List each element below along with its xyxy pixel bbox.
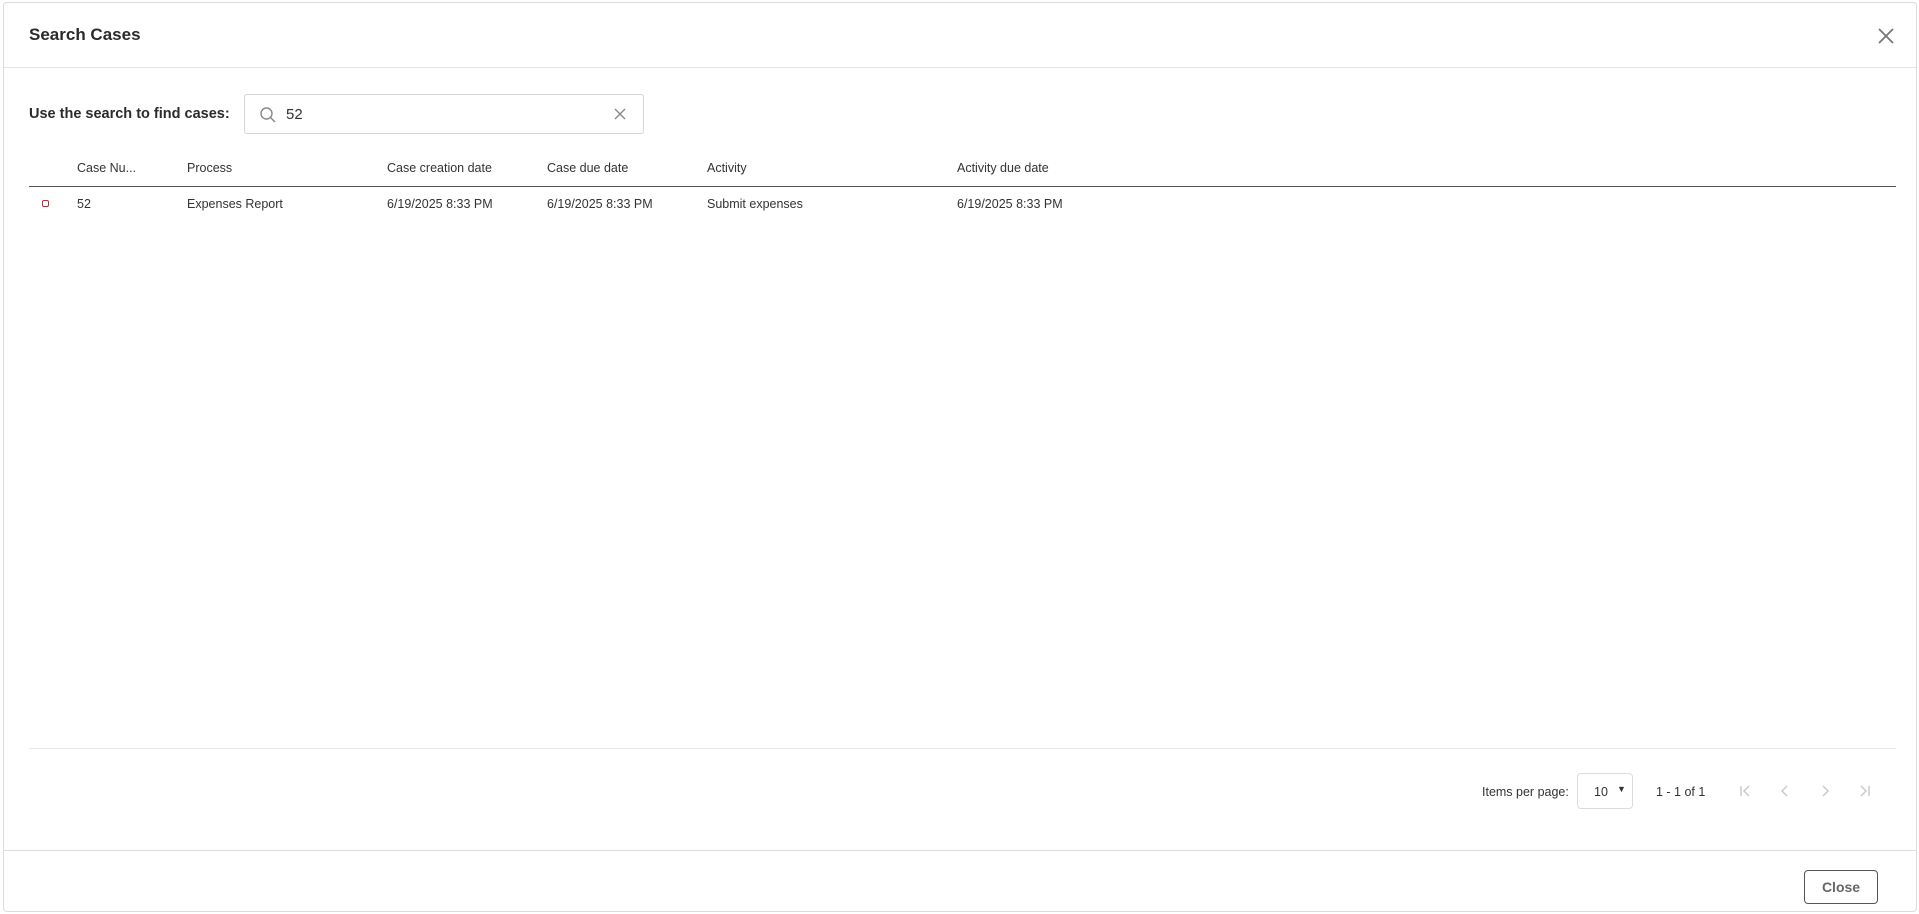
status-indicator-icon: [42, 200, 49, 207]
dialog-header: Search Cases: [4, 3, 1916, 68]
column-header-process[interactable]: Process: [187, 161, 232, 175]
cell-process: Expenses Report: [187, 197, 283, 211]
search-cases-dialog: Search Cases Use the search to find case…: [3, 2, 1917, 912]
previous-page-icon[interactable]: [1776, 782, 1794, 800]
pagination-range: 1 - 1 of 1: [1656, 785, 1706, 799]
column-header-activity[interactable]: Activity: [707, 161, 747, 175]
table-footer-divider: [29, 748, 1896, 749]
table-header: Case Nu... Process Case creation date Ca…: [29, 158, 1896, 187]
cell-activity-due-date: 6/19/2025 8:33 PM: [957, 197, 1063, 211]
clear-icon[interactable]: [613, 107, 627, 121]
cell-case-due-date: 6/19/2025 8:33 PM: [547, 197, 653, 211]
cases-table: Case Nu... Process Case creation date Ca…: [29, 158, 1896, 221]
items-per-page-label: Items per page:: [1482, 785, 1569, 799]
column-header-case-number[interactable]: Case Nu...: [77, 161, 136, 175]
search-box[interactable]: [244, 94, 644, 134]
items-per-page-select[interactable]: 10 ▼: [1577, 773, 1633, 809]
last-page-icon[interactable]: [1855, 782, 1873, 800]
cell-case-number: 52: [77, 197, 91, 211]
close-icon[interactable]: [1876, 26, 1896, 46]
dialog-footer-divider: [4, 850, 1916, 851]
close-button[interactable]: Close: [1804, 870, 1878, 904]
first-page-icon[interactable]: [1737, 782, 1755, 800]
cell-activity: Submit expenses: [707, 197, 803, 211]
items-per-page-value: 10: [1594, 785, 1608, 799]
search-label: Use the search to find cases:: [29, 106, 230, 122]
table-row[interactable]: 52 Expenses Report 6/19/2025 8:33 PM 6/1…: [29, 187, 1896, 221]
caret-down-icon: ▼: [1617, 784, 1626, 794]
search-icon: [259, 106, 277, 124]
cell-case-creation-date: 6/19/2025 8:33 PM: [387, 197, 493, 211]
column-header-activity-due-date[interactable]: Activity due date: [957, 161, 1049, 175]
search-input[interactable]: [286, 103, 586, 125]
next-page-icon[interactable]: [1816, 782, 1834, 800]
column-header-case-creation-date[interactable]: Case creation date: [387, 161, 492, 175]
dialog-title: Search Cases: [29, 25, 141, 44]
column-header-case-due-date[interactable]: Case due date: [547, 161, 628, 175]
